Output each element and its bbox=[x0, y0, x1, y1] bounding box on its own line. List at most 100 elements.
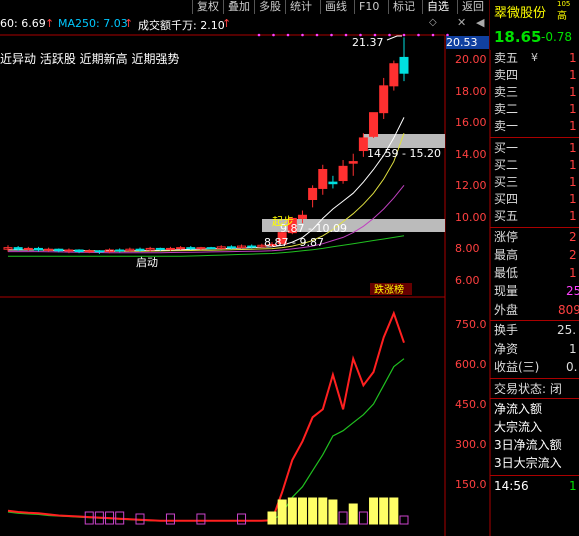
high-annotation: 21.37 bbox=[352, 36, 384, 49]
stock-suffix: 高 bbox=[557, 11, 567, 22]
stat-value: 1 bbox=[569, 266, 577, 280]
candle-body bbox=[155, 247, 165, 250]
orderbook-value: 1 bbox=[569, 158, 577, 172]
flow-label: 3日净流入额 bbox=[494, 438, 562, 452]
stock-name[interactable]: 翠微股份 bbox=[494, 2, 546, 21]
volume-bar bbox=[297, 497, 307, 525]
candle-body bbox=[115, 249, 125, 252]
candle-body bbox=[23, 247, 33, 250]
stats-divider bbox=[490, 378, 579, 379]
flow-label: 3日大宗流入 bbox=[494, 456, 562, 470]
orderbook-value: 1 bbox=[569, 209, 577, 223]
orderbook-divider bbox=[490, 137, 579, 138]
volume-bar bbox=[399, 515, 409, 525]
sell5-flag: ¥ bbox=[531, 51, 538, 64]
candle-body bbox=[135, 248, 145, 251]
candle-body bbox=[186, 247, 196, 250]
signal-dot bbox=[301, 33, 304, 37]
signal-dot bbox=[417, 33, 420, 37]
orderbook-label: 卖四 bbox=[494, 68, 519, 82]
candle-body bbox=[297, 214, 307, 219]
candle-body bbox=[369, 112, 379, 137]
orderbook-value: 1 bbox=[569, 51, 577, 65]
orderbook-value: 1 bbox=[569, 85, 577, 99]
candle-body bbox=[308, 187, 318, 200]
orderbook-value: 1 bbox=[569, 175, 577, 189]
candle-body bbox=[165, 247, 175, 250]
candle-body bbox=[54, 248, 64, 252]
candle-body bbox=[84, 250, 94, 253]
stat-label: 涨停 bbox=[494, 230, 519, 244]
stat-value: 1 bbox=[569, 342, 577, 356]
orderbook-label: 买三 bbox=[494, 175, 519, 189]
candle-body bbox=[44, 248, 54, 251]
volume-bar bbox=[287, 497, 297, 525]
indicator-axis-label: 300.0 bbox=[455, 438, 487, 451]
candle-body bbox=[338, 165, 348, 182]
indicator-axis-label: 600.0 bbox=[455, 358, 487, 371]
candle-body bbox=[33, 247, 43, 251]
stats-divider bbox=[490, 320, 579, 321]
stock-header: 翠微股份 105 高 18.65 -0.78 bbox=[490, 0, 579, 50]
tick-divider bbox=[490, 475, 579, 476]
candle-body bbox=[74, 249, 84, 253]
candle-body bbox=[176, 247, 186, 250]
price-axis-label: 16.00 bbox=[455, 116, 487, 129]
candle-body bbox=[206, 247, 216, 250]
stat-value: 0. bbox=[566, 360, 578, 374]
volume-bar bbox=[358, 511, 368, 525]
signal-dot bbox=[388, 33, 391, 37]
volume-bar bbox=[389, 497, 399, 525]
signal-dot bbox=[330, 33, 333, 37]
volume-bar bbox=[338, 511, 348, 525]
signal-dot bbox=[315, 33, 319, 37]
moving-average-line bbox=[8, 235, 405, 257]
candle-body bbox=[379, 85, 389, 114]
orderbook-label: 买四 bbox=[494, 192, 519, 206]
stat-label: 换手 bbox=[494, 323, 519, 337]
signal-dot bbox=[344, 33, 348, 37]
orderbook-label: 卖一 bbox=[494, 119, 519, 133]
orderbook-value: 1 bbox=[569, 68, 577, 82]
indicator-line-red bbox=[7, 310, 405, 522]
launch-label: 起步 bbox=[272, 215, 294, 228]
volume-bar bbox=[277, 499, 287, 525]
price-axis-label: 6.00 bbox=[455, 274, 480, 287]
volume-bar bbox=[237, 513, 247, 525]
stat-label: 现量 bbox=[494, 284, 519, 298]
candle-body bbox=[13, 247, 23, 250]
signal-dot bbox=[286, 33, 290, 37]
orderbook-label: 卖五 bbox=[494, 51, 519, 65]
candle-body bbox=[318, 169, 328, 189]
volume-bar bbox=[369, 497, 379, 525]
stat-value: 2 bbox=[569, 230, 577, 244]
zone-upper-label: 14.59 - 15.20 bbox=[367, 147, 441, 160]
candle-body bbox=[328, 181, 338, 185]
candle-body bbox=[399, 56, 409, 74]
stock-price: 18.65 bbox=[494, 28, 542, 46]
flows-divider bbox=[490, 398, 579, 399]
candle-body bbox=[64, 249, 74, 252]
stat-value: 2 bbox=[569, 248, 577, 262]
price-axis-label: 14.00 bbox=[455, 148, 487, 161]
volume-bar bbox=[267, 511, 277, 525]
kline-chart[interactable]: 21.37 14.59 - 15.20 9.87 - 10.09 8.87 - … bbox=[0, 0, 579, 536]
stat-label: 外盘 bbox=[494, 303, 519, 317]
tick-time: 14:56 bbox=[494, 479, 529, 493]
indicator-line-green bbox=[7, 358, 405, 522]
signal-dot bbox=[257, 33, 261, 37]
orderbook-label: 卖三 bbox=[494, 85, 519, 99]
flow-label: 大宗流入 bbox=[494, 420, 543, 434]
orderbook-value: 1 bbox=[569, 119, 577, 133]
candle-body bbox=[196, 247, 206, 250]
indicator-axis-label: 450.0 bbox=[455, 398, 487, 411]
stock-change: -0.78 bbox=[541, 30, 573, 44]
tick-value: 1 bbox=[569, 479, 577, 493]
volume-bar bbox=[318, 497, 328, 525]
stat-value: 25. bbox=[557, 323, 577, 337]
price-axis-label: 20.00 bbox=[455, 53, 487, 66]
candle-body bbox=[348, 161, 358, 164]
price-axis-label: 10.00 bbox=[455, 211, 487, 224]
orderbook-label: 卖二 bbox=[494, 102, 519, 116]
volume-bar bbox=[196, 513, 206, 525]
